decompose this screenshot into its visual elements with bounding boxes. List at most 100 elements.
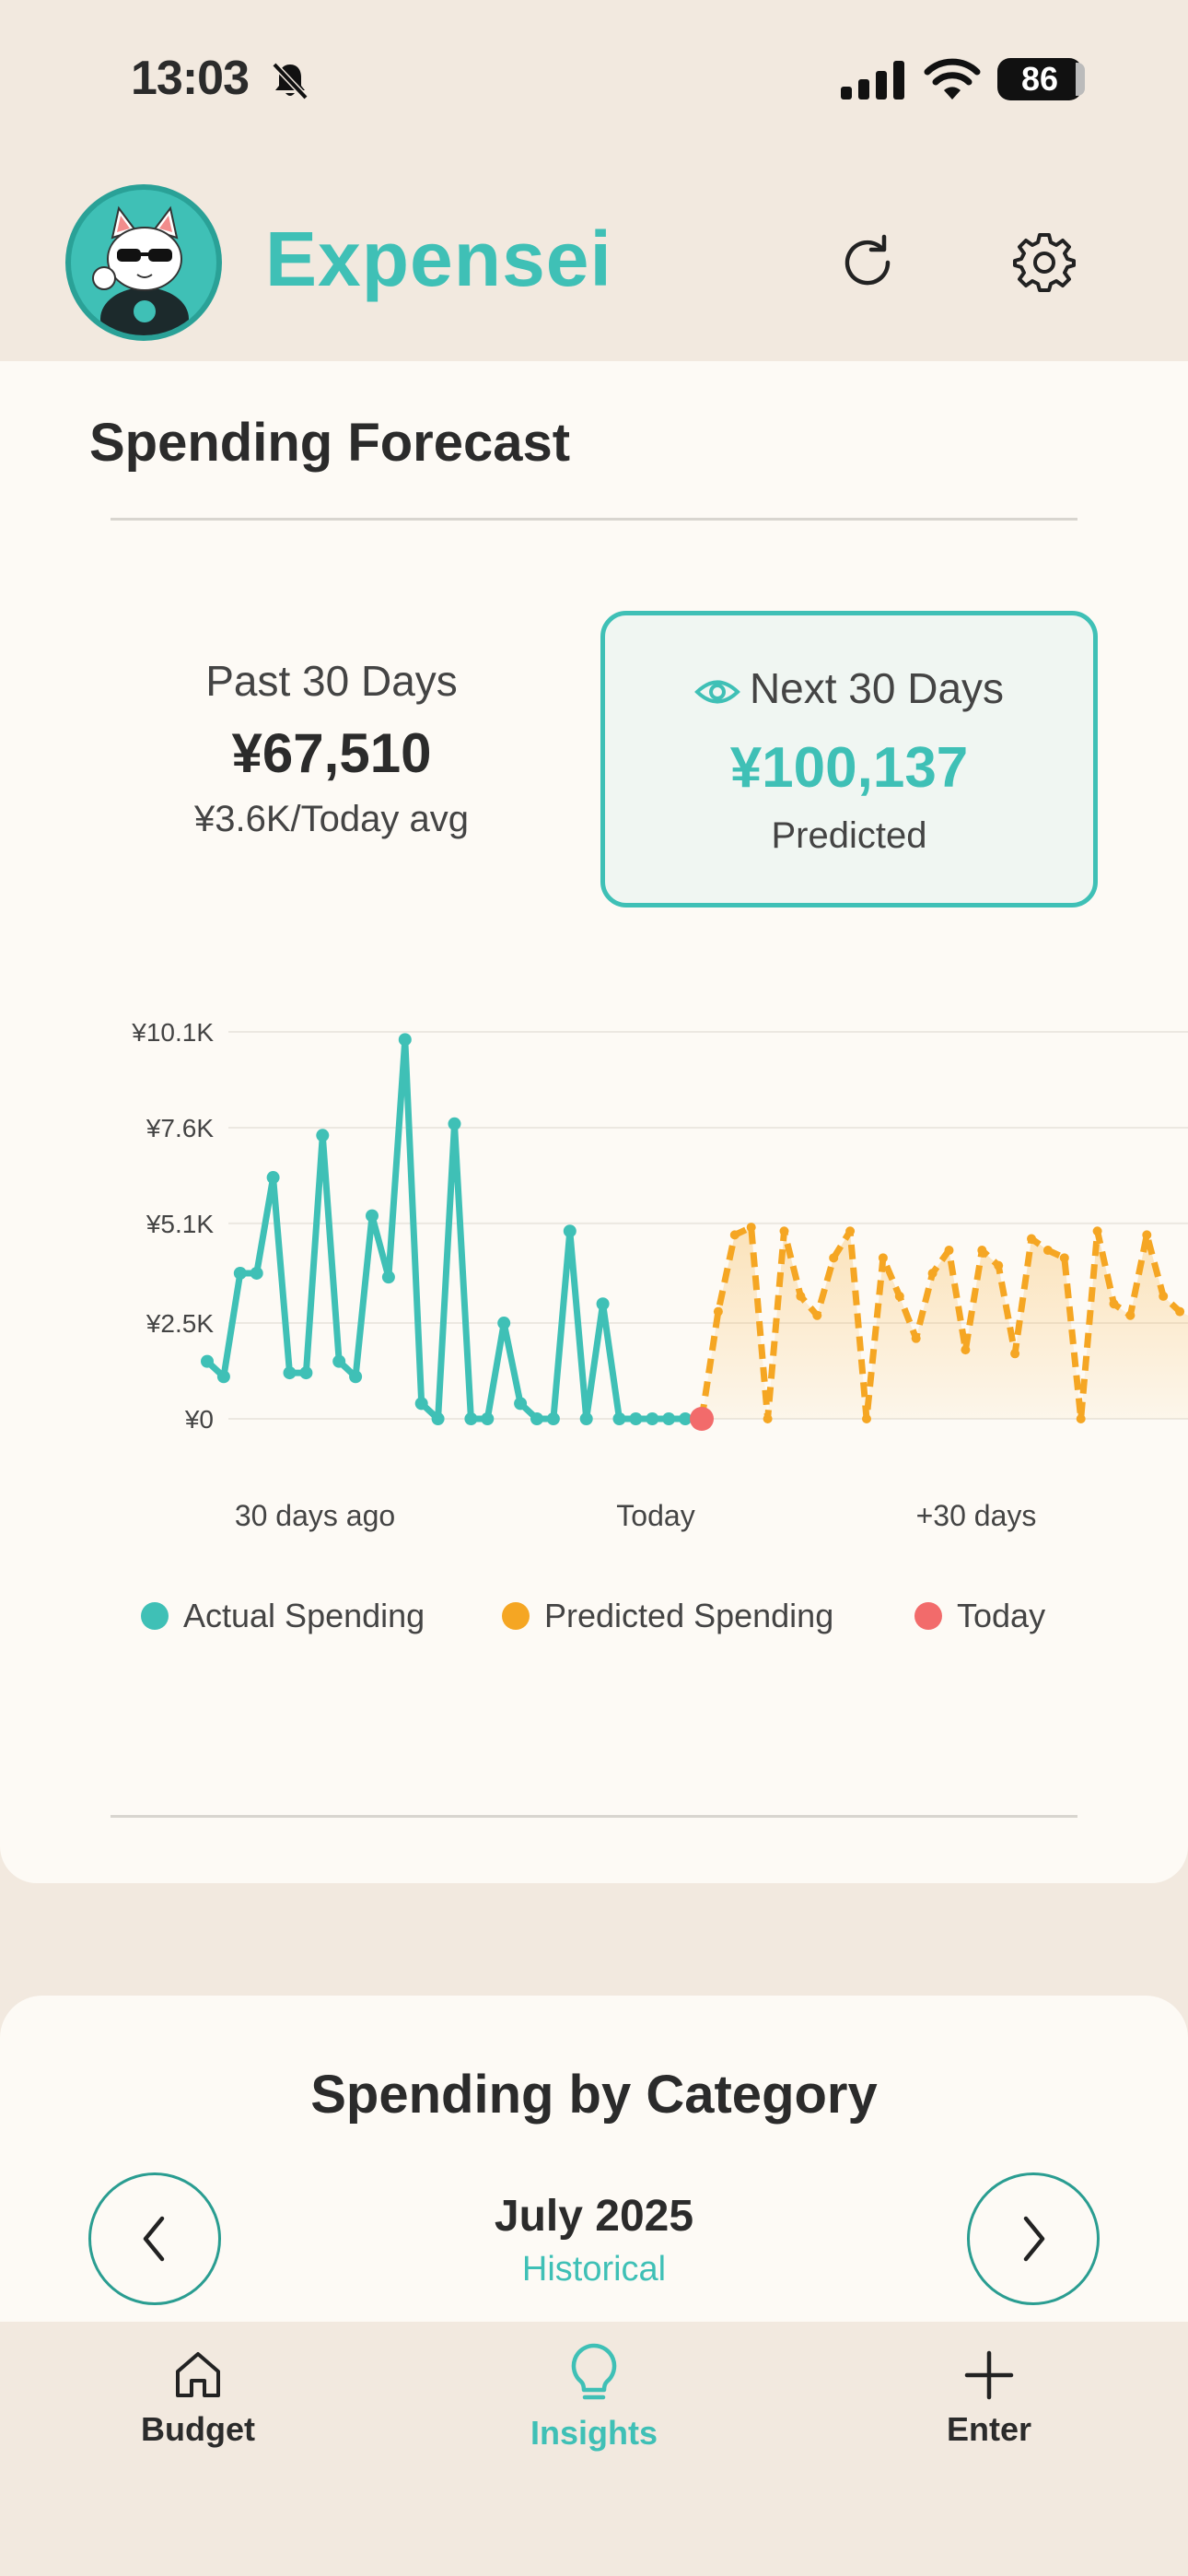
predicted-point	[845, 1226, 856, 1236]
settings-button[interactable]	[1007, 226, 1081, 299]
predicted-point	[994, 1260, 1004, 1270]
past-30-days-label: Past 30 Days	[205, 657, 458, 705]
actual-point	[662, 1412, 676, 1425]
predicted-point	[878, 1253, 888, 1263]
predicted-point	[927, 1268, 938, 1278]
predicted-point	[1027, 1234, 1036, 1244]
predicted-point	[1076, 1414, 1086, 1423]
app-logo-avatar[interactable]	[65, 184, 222, 341]
predicted-point	[977, 1246, 987, 1256]
actual-point	[546, 1412, 560, 1425]
actual-point	[201, 1354, 214, 1368]
predicted-point	[729, 1230, 740, 1240]
actual-spending-line	[204, 1036, 702, 1423]
spending-forecast-chart: ¥10.1K ¥7.6K ¥5.1K ¥2.5K ¥0 30 days ago Today +…	[131, 1018, 1188, 1532]
actual-point	[414, 1397, 428, 1411]
plus-icon	[964, 2350, 1014, 2400]
predicted-point	[779, 1226, 789, 1236]
wifi-icon	[924, 58, 981, 100]
gear-icon	[1013, 233, 1076, 292]
refresh-button[interactable]	[833, 226, 906, 299]
divider	[111, 1815, 1077, 1818]
y-tick-label: ¥7.6K	[146, 1114, 214, 1142]
actual-point	[349, 1370, 363, 1384]
cat-mascot-icon	[92, 205, 189, 335]
predicted-point	[812, 1310, 822, 1320]
app-title: Expensei	[265, 216, 612, 302]
actual-point	[629, 1412, 643, 1425]
actual-point	[366, 1209, 379, 1223]
legend-actual: Actual Spending	[141, 1597, 425, 1635]
actual-point	[481, 1412, 495, 1425]
y-tick-label: ¥5.1K	[146, 1210, 214, 1238]
x-tick-label: +30 days	[916, 1499, 1037, 1532]
predicted-point	[746, 1223, 756, 1233]
predicted-point	[829, 1253, 839, 1263]
legend-predicted: Predicted Spending	[502, 1597, 833, 1635]
predicted-label: Predicted	[771, 815, 927, 856]
next-month-button[interactable]	[967, 2172, 1100, 2305]
tab-enter[interactable]: Enter	[869, 2348, 1109, 2449]
next-30-days-value: ¥100,137	[729, 736, 969, 800]
actual-point	[596, 1297, 610, 1311]
home-icon	[176, 2352, 220, 2397]
predicted-point	[1159, 1291, 1169, 1301]
today-marker	[690, 1407, 714, 1431]
predicted-point	[1142, 1230, 1152, 1240]
predicted-point	[862, 1414, 871, 1423]
actual-point	[646, 1412, 659, 1425]
actual-point	[530, 1412, 543, 1425]
legend-predicted-label: Predicted Spending	[544, 1597, 834, 1634]
tab-budget[interactable]: Budget	[78, 2348, 318, 2449]
next-30-days-label-row: Next 30 Days	[600, 663, 1098, 713]
predicted-point	[1175, 1306, 1185, 1317]
actual-point	[448, 1117, 461, 1130]
past-daily-average: ¥3.6K/Today avg	[194, 799, 469, 839]
actual-point	[266, 1171, 280, 1185]
actual-point	[283, 1366, 297, 1380]
tab-enter-label: Enter	[946, 2410, 1032, 2448]
actual-point	[464, 1412, 478, 1425]
predicted-point	[961, 1345, 971, 1355]
past-30-days-value: ¥67,510	[231, 722, 432, 784]
status-time: 13:03	[131, 52, 250, 105]
predicted-point	[1092, 1226, 1102, 1236]
bell-slash-icon	[272, 62, 309, 100]
predicted-point	[1042, 1246, 1053, 1256]
x-tick-label: 30 days ago	[235, 1499, 395, 1532]
tab-budget-label: Budget	[141, 2410, 255, 2448]
legend-dot-today	[914, 1602, 942, 1630]
battery-level: 86	[1020, 60, 1059, 98]
actual-point	[612, 1412, 626, 1425]
actual-point	[250, 1266, 263, 1280]
legend-dot-actual	[141, 1602, 169, 1630]
chevron-right-icon	[1023, 2216, 1045, 2262]
next-30-days-label: Next 30 Days	[749, 664, 1005, 712]
y-tick-label: ¥0	[184, 1405, 214, 1434]
lightbulb-icon	[571, 2343, 617, 2400]
predicted-point	[911, 1333, 921, 1343]
tab-insights-label: Insights	[530, 2414, 658, 2452]
divider	[111, 518, 1077, 521]
predicted-point	[944, 1246, 954, 1256]
predicted-point	[894, 1291, 904, 1301]
category-title: Spending by Category	[310, 2065, 878, 2125]
refresh-icon	[844, 234, 891, 286]
actual-point	[381, 1270, 395, 1284]
tab-insights[interactable]: Insights	[474, 2340, 714, 2453]
actual-point	[233, 1266, 247, 1280]
legend-today-label: Today	[957, 1597, 1046, 1634]
actual-point	[431, 1412, 445, 1425]
eye-icon	[694, 680, 740, 704]
battery-tip	[1076, 63, 1085, 96]
predicted-point	[796, 1291, 806, 1301]
actual-point	[563, 1224, 577, 1238]
predicted-point	[1059, 1253, 1069, 1263]
battery-icon: 86	[997, 58, 1082, 100]
actual-point	[398, 1033, 412, 1047]
actual-point	[332, 1354, 346, 1368]
actual-point	[497, 1317, 511, 1330]
actual-point	[299, 1366, 313, 1380]
signal-icon	[841, 61, 904, 100]
forecast-title: Spending Forecast	[89, 413, 571, 473]
